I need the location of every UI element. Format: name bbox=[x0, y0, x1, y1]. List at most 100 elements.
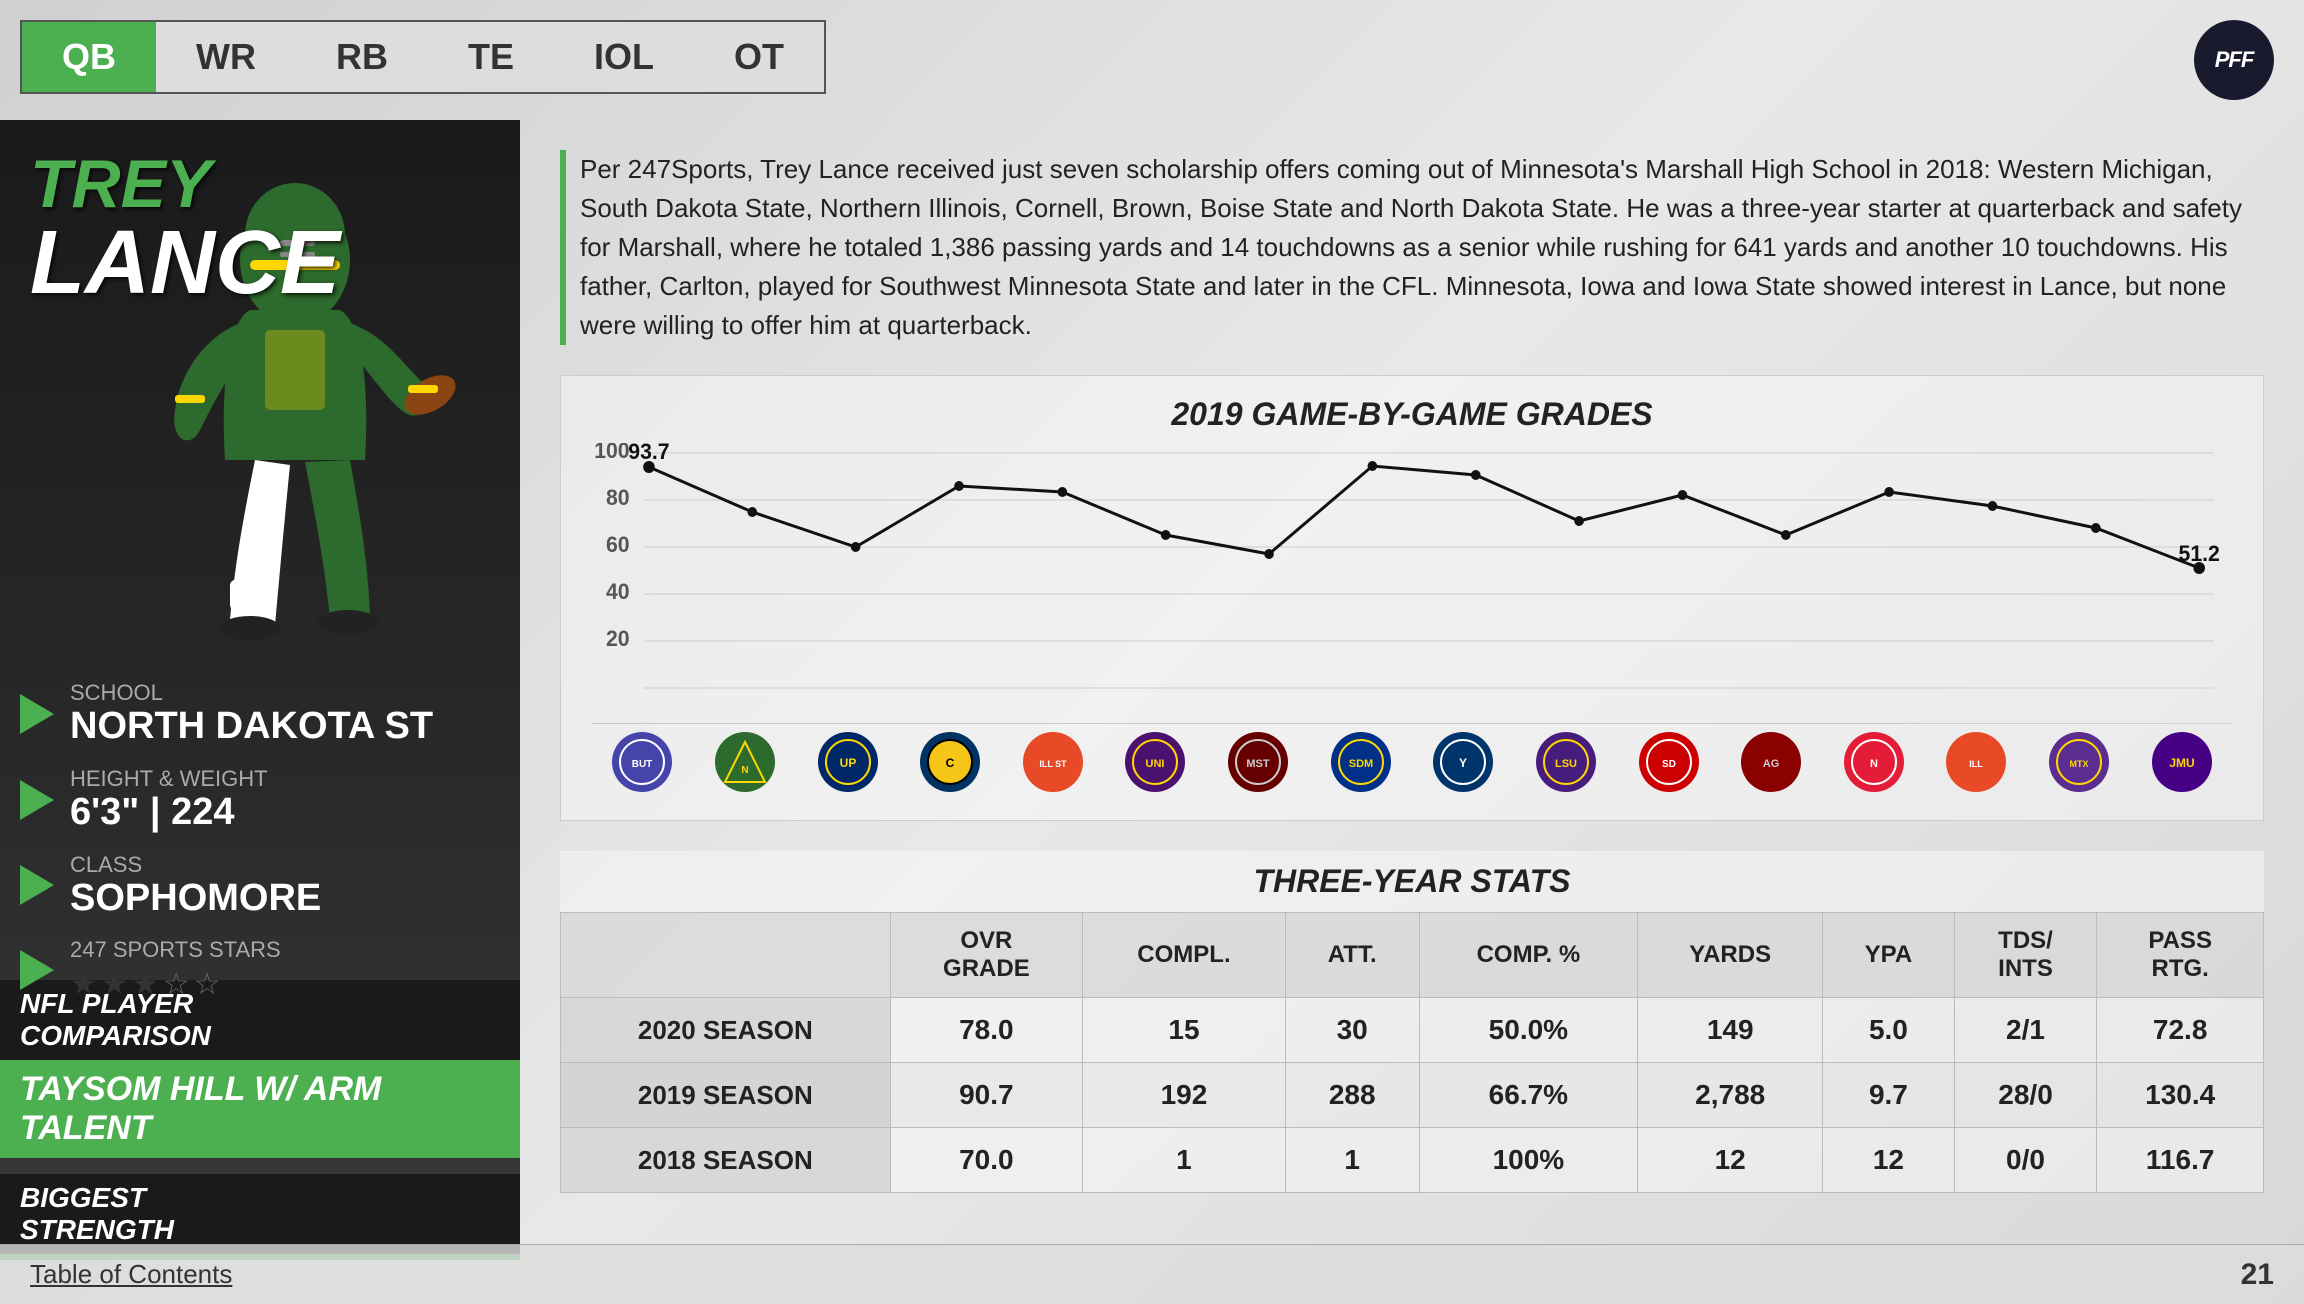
col-header-yards: YARDS bbox=[1638, 913, 1823, 998]
chart-area: 100 80 60 40 20 bbox=[591, 443, 2233, 723]
svg-text:MST: MST bbox=[1246, 758, 1270, 770]
team-logo-yale: Y bbox=[1433, 732, 1493, 792]
class-row: Class SOPHOMORE bbox=[20, 852, 500, 920]
team-logo-aggies: AG bbox=[1741, 732, 1801, 792]
col-header-att: ATT. bbox=[1285, 913, 1419, 998]
ypa-2020: 5.0 bbox=[1823, 998, 1955, 1063]
school-row: School NORTH DAKOTA ST bbox=[20, 680, 500, 748]
pass-rtg-2020: 72.8 bbox=[2097, 998, 2264, 1063]
school-value: NORTH DAKOTA ST bbox=[70, 706, 433, 748]
svg-text:51.2: 51.2 bbox=[2179, 541, 2220, 566]
left-panel: TREY LANCE bbox=[0, 120, 520, 1260]
svg-text:SDM: SDM bbox=[1348, 758, 1372, 770]
svg-text:N: N bbox=[741, 765, 748, 776]
stats-section: THREE-YEAR STATS OVRGRADE COMPL. ATT. CO… bbox=[560, 851, 2264, 1193]
yards-2018: 12 bbox=[1638, 1128, 1823, 1193]
bio-accent-bar bbox=[560, 150, 566, 345]
svg-text:40: 40 bbox=[606, 579, 630, 604]
col-header-ypa: YPA bbox=[1823, 913, 1955, 998]
svg-text:ILL ST: ILL ST bbox=[1039, 759, 1067, 769]
bottom-bar: Table of Contents 21 bbox=[0, 1244, 2304, 1304]
nav-item-ot[interactable]: OT bbox=[694, 22, 824, 92]
team-logo-campbell: C bbox=[920, 732, 980, 792]
svg-text:LSU: LSU bbox=[1555, 758, 1577, 770]
table-row: 2018 SEASON 70.0 1 1 100% 12 12 0/0 116.… bbox=[561, 1128, 2264, 1193]
col-header-comp-pct: COMP. % bbox=[1419, 913, 1638, 998]
stars-container: ★ ★ ★ ☆ ☆ bbox=[70, 967, 281, 1002]
star-3: ★ bbox=[132, 967, 159, 1002]
team-logo-ucpoly: UP bbox=[818, 732, 878, 792]
nav-item-rb[interactable]: RB bbox=[296, 22, 428, 92]
stats-title: THREE-YEAR STATS bbox=[560, 851, 2264, 912]
right-panel: Per 247Sports, Trey Lance received just … bbox=[520, 120, 2304, 1244]
svg-text:Y: Y bbox=[1459, 756, 1467, 770]
bio-text: Per 247Sports, Trey Lance received just … bbox=[580, 150, 2264, 345]
strength-header-text: BIGGESTSTRENGTH bbox=[20, 1182, 174, 1245]
yards-2020: 149 bbox=[1638, 998, 1823, 1063]
season-2018: 2018 SEASON bbox=[561, 1128, 891, 1193]
stars-row: 247 Sports Stars ★ ★ ★ ☆ ☆ bbox=[20, 937, 500, 1002]
svg-text:AG: AG bbox=[1763, 758, 1780, 770]
star-2: ★ bbox=[101, 967, 128, 1002]
chart-section: 2019 GAME-BY-GAME GRADES 100 80 60 40 20 bbox=[560, 375, 2264, 821]
season-2020: 2020 SEASON bbox=[561, 998, 891, 1063]
team-logo-butler: BUT bbox=[612, 732, 672, 792]
svg-text:JMU: JMU bbox=[2169, 756, 2194, 770]
ovr-2020: 78.0 bbox=[890, 998, 1082, 1063]
nav-item-iol[interactable]: IOL bbox=[554, 22, 694, 92]
team-logo-sd: SD bbox=[1639, 732, 1699, 792]
table-row: 2020 SEASON 78.0 15 30 50.0% 149 5.0 2/1… bbox=[561, 998, 2264, 1063]
col-header-pass-rtg: PASSRTG. bbox=[2097, 913, 2264, 998]
att-2018: 1 bbox=[1285, 1128, 1419, 1193]
svg-text:93.7: 93.7 bbox=[628, 443, 669, 464]
team-logo-illinois-state: ILL ST bbox=[1023, 732, 1083, 792]
class-label: Class bbox=[70, 852, 321, 878]
ovr-2019: 90.7 bbox=[890, 1063, 1082, 1128]
class-value: SOPHOMORE bbox=[70, 878, 321, 920]
nav-item-wr[interactable]: WR bbox=[156, 22, 296, 92]
svg-text:UP: UP bbox=[839, 756, 856, 770]
height-label: Height & Weight bbox=[70, 766, 268, 792]
nav-item-qb[interactable]: QB bbox=[22, 22, 156, 92]
player-stats: School NORTH DAKOTA ST Height & Weight 6… bbox=[20, 680, 500, 1020]
att-2019: 288 bbox=[1285, 1063, 1419, 1128]
svg-text:N: N bbox=[1870, 758, 1878, 770]
team-logo-uni: UNI bbox=[1125, 732, 1185, 792]
team-logo-montana-tx: MTX bbox=[2049, 732, 2109, 792]
height-weight-row: Height & Weight 6'3" | 224 bbox=[20, 766, 500, 834]
pass-rtg-2018: 116.7 bbox=[2097, 1128, 2264, 1193]
school-label: School bbox=[70, 680, 433, 706]
team-logo-montana: MST bbox=[1228, 732, 1288, 792]
svg-text:80: 80 bbox=[606, 485, 630, 510]
comp-pct-2020: 50.0% bbox=[1419, 998, 1638, 1063]
strength-header: BIGGESTSTRENGTH bbox=[0, 1174, 520, 1254]
tds-2020: 2/1 bbox=[1954, 998, 2097, 1063]
page-container: QB WR RB TE IOL OT PFF TREY LANCE bbox=[0, 0, 2304, 1304]
svg-text:UNI: UNI bbox=[1146, 758, 1165, 770]
svg-text:60: 60 bbox=[606, 532, 630, 557]
season-2019: 2019 SEASON bbox=[561, 1063, 891, 1128]
nfl-comparison-value: TAYSOM HILL W/ ARM TALENT bbox=[0, 1060, 520, 1158]
star-5: ☆ bbox=[194, 967, 221, 1002]
yards-2019: 2,788 bbox=[1638, 1063, 1823, 1128]
ovr-2018: 70.0 bbox=[890, 1128, 1082, 1193]
height-arrow bbox=[20, 780, 54, 820]
svg-text:SD: SD bbox=[1662, 759, 1676, 770]
compl-2018: 1 bbox=[1083, 1128, 1286, 1193]
tds-2019: 28/0 bbox=[1954, 1063, 2097, 1128]
class-arrow bbox=[20, 865, 54, 905]
star-1: ★ bbox=[70, 967, 97, 1002]
team-logo-illinois-state-2: ILL bbox=[1946, 732, 2006, 792]
chart-title: 2019 GAME-BY-GAME GRADES bbox=[591, 396, 2233, 433]
nav-item-te[interactable]: TE bbox=[428, 22, 554, 92]
comparison-section: NFL PLAYERCOMPARISON TAYSOM HILL W/ ARM … bbox=[0, 980, 520, 1260]
page-number: 21 bbox=[2241, 1258, 2274, 1292]
team-logo-ndsu: N bbox=[715, 732, 775, 792]
stats-table: OVRGRADE COMPL. ATT. COMP. % YARDS YPA T… bbox=[560, 912, 2264, 1193]
school-arrow bbox=[20, 694, 54, 734]
toc-link[interactable]: Table of Contents bbox=[30, 1259, 232, 1290]
svg-text:C: C bbox=[946, 756, 955, 770]
col-header-compl: COMPL. bbox=[1083, 913, 1286, 998]
svg-text:BUT: BUT bbox=[632, 759, 653, 770]
player-name-area: TREY LANCE bbox=[30, 150, 340, 308]
